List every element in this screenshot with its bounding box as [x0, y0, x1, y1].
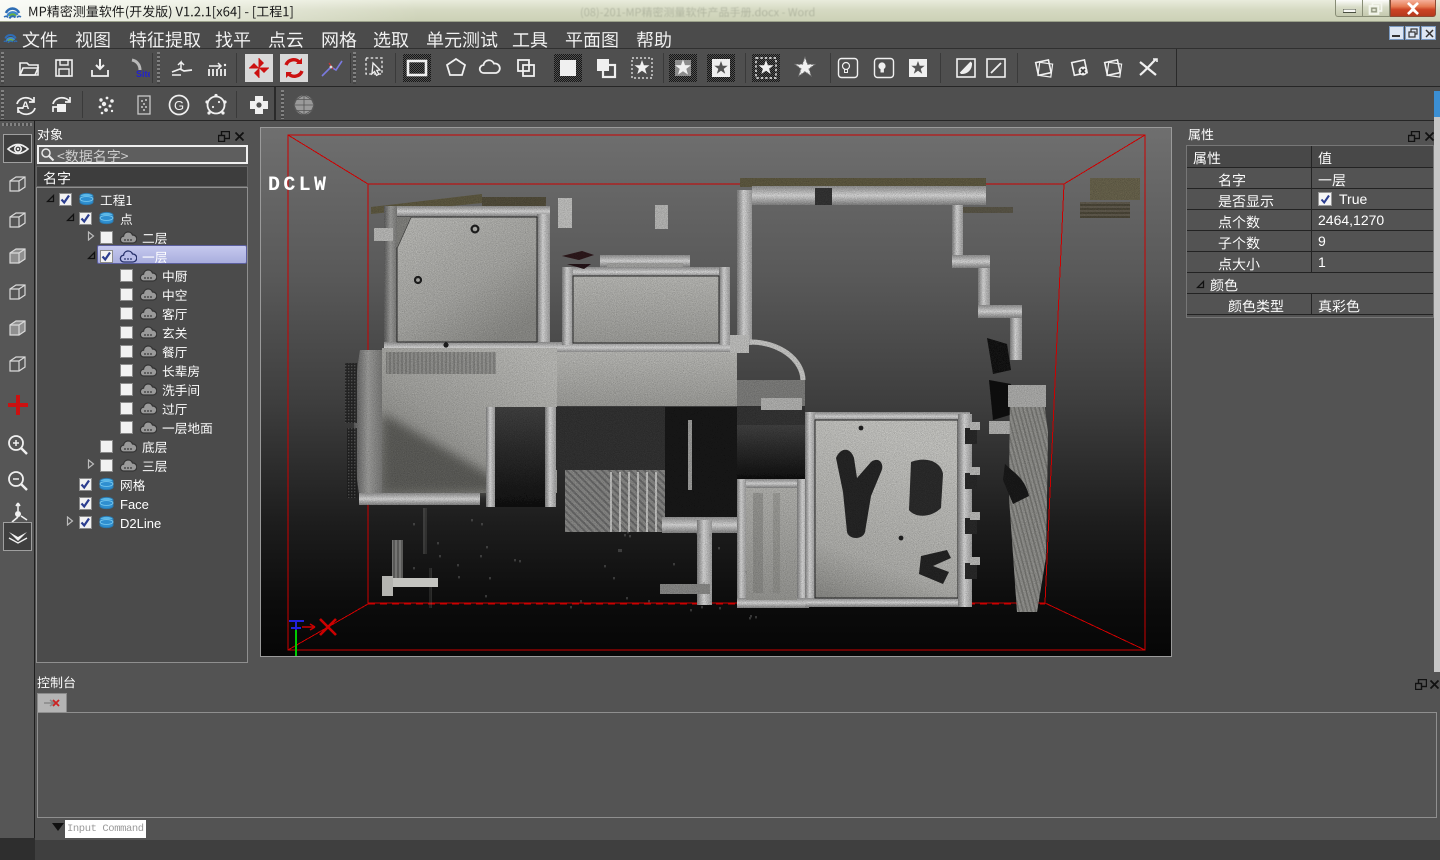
svg-text:A: A	[22, 100, 30, 112]
svg-text:Site: Site	[136, 69, 150, 79]
svg-text:G: G	[174, 98, 184, 113]
